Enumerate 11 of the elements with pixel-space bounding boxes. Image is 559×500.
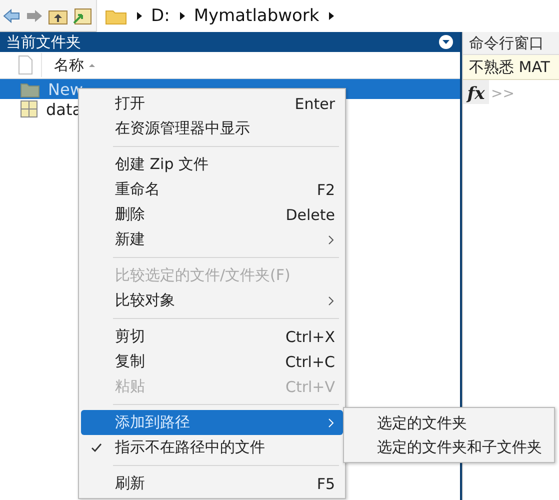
shortcut-text: F2 [316,180,335,198]
shortcut-text: Enter [294,94,335,112]
command-prompt: >> [490,85,516,104]
shortcut-text: Ctrl+C [285,352,335,370]
shortcut-text: F5 [316,474,335,492]
notice-bar: 不熟悉 MAT [463,55,559,80]
shortcut-text: Delete [286,206,335,224]
shortcut-text: Ctrl+V [285,378,335,396]
shortcut-text: Ctrl+X [285,328,335,346]
panel-title: 当前文件夹 [6,32,81,52]
panel-title: 命令行窗口 [463,32,559,55]
